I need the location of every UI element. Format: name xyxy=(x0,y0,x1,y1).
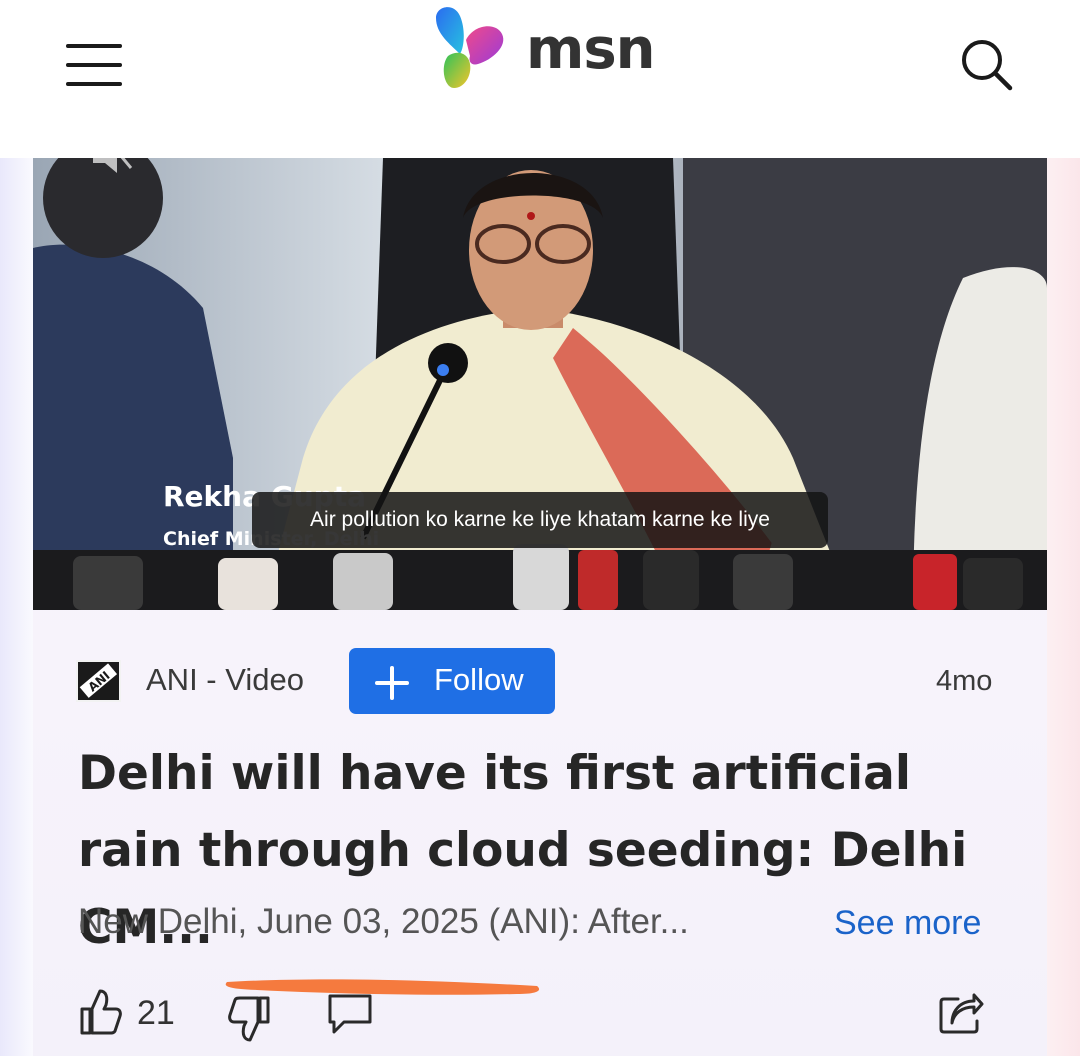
msn-logo[interactable]: msn xyxy=(430,4,656,94)
search-icon[interactable] xyxy=(960,38,1014,92)
like-count: 21 xyxy=(137,994,175,1032)
plus-icon xyxy=(375,666,409,700)
thumbs-up-icon[interactable] xyxy=(78,987,122,1037)
follow-label: Follow xyxy=(434,662,524,697)
article-snippet: New Delhi, June 03, 2025 (ANI): After... xyxy=(78,902,689,941)
thumbs-down-icon[interactable] xyxy=(228,994,272,1044)
top-bar: msn xyxy=(0,0,1080,158)
ani-logo[interactable]: ANI xyxy=(76,660,121,702)
follow-button[interactable]: Follow xyxy=(349,648,555,714)
comment-icon[interactable] xyxy=(326,992,374,1036)
see-more-link[interactable]: See more xyxy=(834,904,981,943)
msn-butterfly-logo xyxy=(436,7,504,88)
time-ago: 4mo xyxy=(936,665,993,697)
share-icon[interactable] xyxy=(938,993,984,1035)
brand-name: msn xyxy=(526,16,656,82)
source-name[interactable]: ANI - Video xyxy=(146,662,304,698)
hamburger-menu-icon[interactable] xyxy=(66,44,122,86)
video-caption: Air pollution ko karne ke liye khatam ka… xyxy=(252,492,828,548)
